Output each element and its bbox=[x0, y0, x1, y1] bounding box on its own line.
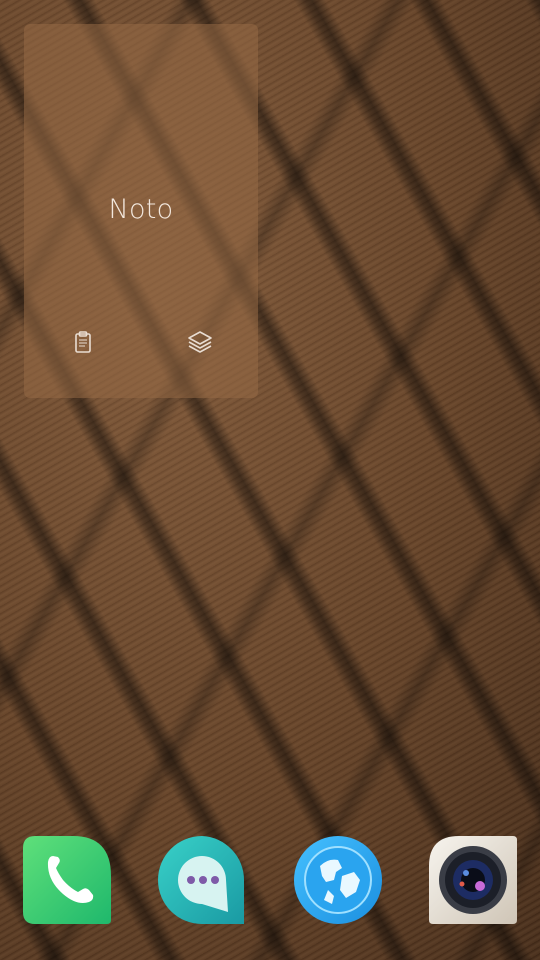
phone-icon[interactable] bbox=[23, 836, 111, 924]
browser-icon[interactable] bbox=[294, 836, 382, 924]
layers-icon[interactable] bbox=[186, 328, 214, 356]
messages-icon[interactable] bbox=[158, 836, 246, 924]
widget-title: Noto bbox=[108, 194, 174, 225]
clipboard-icon[interactable] bbox=[69, 328, 97, 356]
camera-icon[interactable] bbox=[429, 836, 517, 924]
app-dock bbox=[0, 836, 540, 924]
notes-widget[interactable]: Noto bbox=[24, 24, 258, 398]
